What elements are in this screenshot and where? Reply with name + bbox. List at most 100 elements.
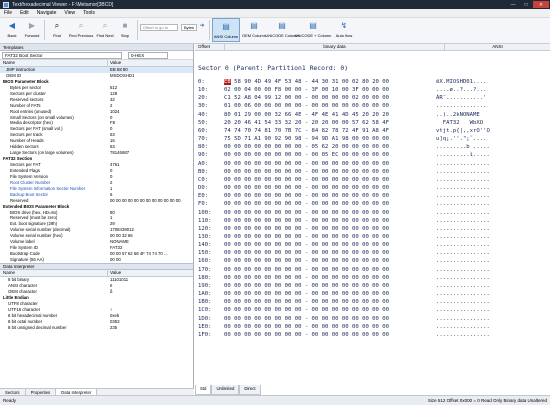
hex-row-bytes: 00 00 00 00 00 00 00 00 - 00 05 EC 00 00… [224,152,390,159]
find-previous-button[interactable]: ⌕ Find Previous [67,18,95,42]
hex-row[interactable]: 40: 80 01 29 00 00 32 66 4E - 4F 4E 41 4D… [198,111,490,119]
hex-row-ascii: ................ [436,291,490,298]
hex-row[interactable]: 1F0: 00 00 00 00 00 00 00 00 - 00 00 00 0… [198,331,490,339]
hex-row[interactable]: 180: 00 00 00 00 00 00 00 00 - 00 00 00 0… [198,274,490,282]
back-button[interactable]: ◀ Back [2,18,22,42]
menu-view[interactable]: View [60,10,79,16]
stop-icon: ■ [122,21,128,30]
hex-toggle[interactable]: 0-HEX [128,51,168,59]
hex-row[interactable]: 100: 00 00 00 00 00 00 00 00 - 00 00 00 0… [198,209,490,217]
offset-input[interactable]: Offset to go to [140,24,178,31]
hex-row[interactable]: 70: 75 5D 71 A1 90 92 90 98 - 94 9D A1 98… [198,135,490,143]
units-select[interactable]: Bytes [181,24,197,31]
unicode-column-button[interactable]: ▤ UNICODE Column [265,18,298,42]
hex-row-bytes: 00 00 00 00 00 00 00 00 - 00 00 00 00 00… [224,193,390,200]
hex-row-ascii: .........b ..... [436,144,490,151]
hex-row[interactable]: 1B0: 00 00 00 00 00 00 00 00 - 00 00 00 0… [198,298,490,306]
oem-column-icon: ▤ [250,21,258,30]
hex-row[interactable]: 140: 00 00 00 00 00 00 00 00 - 00 00 00 0… [198,241,490,249]
view-tabs: Std Unlimited Direct [195,385,261,395]
hex-row-ascii: ëX.MIOSHD01.... [436,79,487,85]
stop-button[interactable]: ■ Stop [115,18,135,42]
hex-dump[interactable]: 0: EB 58 90 4D 49 4F 53 48 - 44 30 31 00 … [198,78,490,339]
templates-header: Templates [0,44,193,51]
hex-row[interactable]: 30: 01 00 06 00 00 00 00 00 - 00 00 00 00… [198,102,490,110]
hex-row-bytes: 75 5D 71 A1 90 92 90 98 - 94 9D A1 98 00… [224,136,390,143]
go-button[interactable]: ➜ [197,18,207,42]
hex-row[interactable]: 1E0: 00 00 00 00 00 00 00 00 - 00 00 00 0… [198,323,490,331]
hex-row-bytes: 00 00 00 00 00 00 00 00 - 00 00 00 00 00… [224,291,390,298]
hex-row-ascii: ................ [436,209,490,216]
forward-button[interactable]: ▶ Forward [22,18,42,42]
hex-row[interactable]: 10: 02 00 04 00 00 F8 00 00 - 3F 00 10 00… [198,86,490,94]
tab-std[interactable]: Std [195,385,212,395]
hex-row[interactable]: 120: 00 00 00 00 00 00 00 00 - 00 00 00 0… [198,225,490,233]
hex-row-offset: 190: [198,282,212,289]
find-next-button[interactable]: ⌕ Find Next [95,18,115,42]
hex-row-ascii: ................ [436,233,490,240]
status-left: Ready [3,398,17,403]
tab-direct[interactable]: Direct [239,385,261,395]
hex-row[interactable]: 1C0: 00 00 00 00 00 00 00 00 - 00 00 00 0… [198,306,490,314]
hex-row-bytes: 00 00 00 00 00 00 00 00 - 00 00 00 00 00… [224,331,390,338]
value-column-header[interactable]: Value [108,60,193,66]
hex-row-offset: 70: [198,136,209,143]
menu-navigate[interactable]: Navigate [33,10,61,16]
hex-row[interactable]: 90: 00 00 00 00 00 00 00 00 - 00 05 EC 00… [198,151,490,159]
hex-row-ascii: ................ [436,258,490,265]
hex-row[interactable]: 20: C1 52 A8 04 99 12 00 00 - 00 00 00 00… [198,94,490,102]
hex-row[interactable]: 190: 00 00 00 00 00 00 00 00 - 00 00 00 0… [198,282,490,290]
hex-row[interactable]: 170: 00 00 00 00 00 00 00 00 - 00 00 00 0… [198,266,490,274]
offset-column-header[interactable]: Offset [195,44,225,50]
oem-column-button[interactable]: ▤ OEM Column [240,18,268,42]
template-select[interactable]: FAT32 Boot Sector [2,51,122,59]
hex-row-bytes: 00 00 00 00 00 00 00 00 - 00 00 00 00 00… [224,282,390,289]
hex-row-offset: 1B0: [198,299,212,306]
menu-file[interactable]: File [0,10,16,16]
hex-row[interactable]: 110: 00 00 00 00 00 00 00 00 - 00 00 00 0… [198,217,490,225]
hex-row-offset: A0: [198,160,209,167]
name-column-header[interactable]: Name [0,60,108,66]
interp-value-column-header[interactable]: Value [108,270,193,276]
hex-row-offset: 130: [198,233,212,240]
maximize-button[interactable]: □ [520,1,532,8]
unicode-be-column-button[interactable]: ▤ UNICODE + Column [295,18,332,42]
hex-row[interactable]: B0: 00 00 00 00 00 00 00 00 - 00 00 00 00… [198,168,490,176]
hex-row-offset: F0: [198,201,209,208]
byte-cursor[interactable]: EB [224,79,231,85]
status-bar: Ready Size 512 Offset 0x000 = 0 Read Onl… [0,395,550,405]
ansi-column-button[interactable]: ▤ ANSI Column [212,18,240,42]
template-row[interactable]: Signature (55 AA) 00 00 [0,257,193,263]
hex-row-bytes: 02 00 04 00 00 F8 00 00 - 3F 00 10 00 3F… [224,87,390,94]
hex-row[interactable]: D0: 00 00 00 00 00 00 00 00 - 00 00 00 00… [198,184,490,192]
hex-row-bytes: 00 00 00 00 00 00 00 00 - 00 00 00 00 00… [224,307,390,314]
auto-flow-button[interactable]: ↯ Auto flow [330,18,358,42]
hex-row[interactable]: 1D0: 00 00 00 00 00 00 00 00 - 00 00 00 0… [198,315,490,323]
hex-row[interactable]: F0: 00 00 00 00 00 00 00 00 - 00 00 00 00… [198,200,490,208]
interp-row[interactable]: 8 bit unsigned decimal number 235 [0,325,193,331]
minimize-button[interactable]: — [507,1,519,8]
hex-row[interactable]: 150: 00 00 00 00 00 00 00 00 - 00 00 00 0… [198,249,490,257]
hex-row[interactable]: 130: 00 00 00 00 00 00 00 00 - 00 00 00 0… [198,233,490,241]
ansi-column-header[interactable]: ANSI [445,44,550,50]
hex-row-bytes: EB 58 90 4D 49 4F 53 48 - 44 30 31 00 02… [224,79,390,85]
tab-unlimited[interactable]: Unlimited [211,385,240,395]
menu-tools[interactable]: Tools [79,10,99,16]
hex-row[interactable]: 50: 20 20 46 41 54 33 32 20 - 20 20 00 00… [198,119,490,127]
hex-row-ascii: ................ [436,193,490,200]
find-button[interactable]: ⌕ Find [47,18,67,42]
hex-row[interactable]: A0: 00 00 00 00 00 00 00 00 - 00 00 00 00… [198,160,490,168]
binary-column-header[interactable]: binary data [225,44,445,50]
hex-row-ascii: ................ [436,331,490,338]
hex-row[interactable]: E0: 00 00 00 00 00 00 00 00 - 00 00 00 00… [198,192,490,200]
menu-edit[interactable]: Edit [16,10,33,16]
hex-row[interactable]: 160: 00 00 00 00 00 00 00 00 - 00 00 00 0… [198,257,490,265]
hex-row[interactable]: 60: 74 74 70 74 81 70 7B 7C - 84 82 78 72… [198,127,490,135]
hex-row[interactable]: C0: 00 00 00 00 00 00 00 00 - 00 00 00 00… [198,176,490,184]
hex-row[interactable]: 0: EB 58 90 4D 49 4F 53 48 - 44 30 31 00 … [198,78,490,86]
close-button[interactable]: ✕ [533,1,549,8]
hex-row[interactable]: 1A0: 00 00 00 00 00 00 00 00 - 00 00 00 0… [198,290,490,298]
auto-flow-icon: ↯ [340,21,348,30]
interp-name-column-header[interactable]: Name [0,270,108,276]
hex-row[interactable]: 80: 00 00 00 00 00 00 00 00 - 05 62 20 00… [198,143,490,151]
